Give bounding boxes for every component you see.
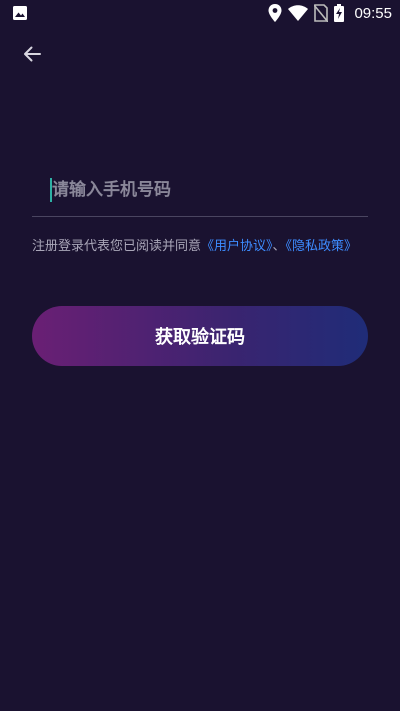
arrow-left-icon [22, 45, 42, 63]
get-code-label: 获取验证码 [155, 327, 245, 348]
get-code-button[interactable]: 获取验证码 [32, 306, 368, 366]
phone-field [32, 168, 368, 217]
back-button[interactable] [14, 38, 50, 70]
phone-input[interactable] [32, 168, 368, 212]
status-right: 09:55 [268, 4, 392, 22]
agreement-text: 注册登录代表您已阅读并同意《用户协议》、《隐私政策》 [32, 238, 372, 255]
no-sim-icon [314, 4, 329, 22]
agreement-prefix: 注册登录代表您已阅读并同意 [32, 239, 202, 254]
image-icon [12, 5, 28, 21]
status-left [12, 5, 28, 21]
login-screen: 09:55 注册登录代表您已阅读并同意《用户协议》、《隐私政策》 获取验证码 [0, 0, 400, 711]
wifi-icon [288, 5, 309, 21]
privacy-policy-link[interactable]: 《隐私政策》 [286, 239, 358, 254]
status-time: 09:55 [354, 4, 392, 22]
agreement-separator: 、 [272, 239, 286, 254]
battery-charging-icon [334, 4, 345, 22]
location-icon [268, 4, 282, 22]
status-bar: 09:55 [0, 0, 400, 28]
user-agreement-link[interactable]: 《用户协议》 [201, 239, 273, 254]
